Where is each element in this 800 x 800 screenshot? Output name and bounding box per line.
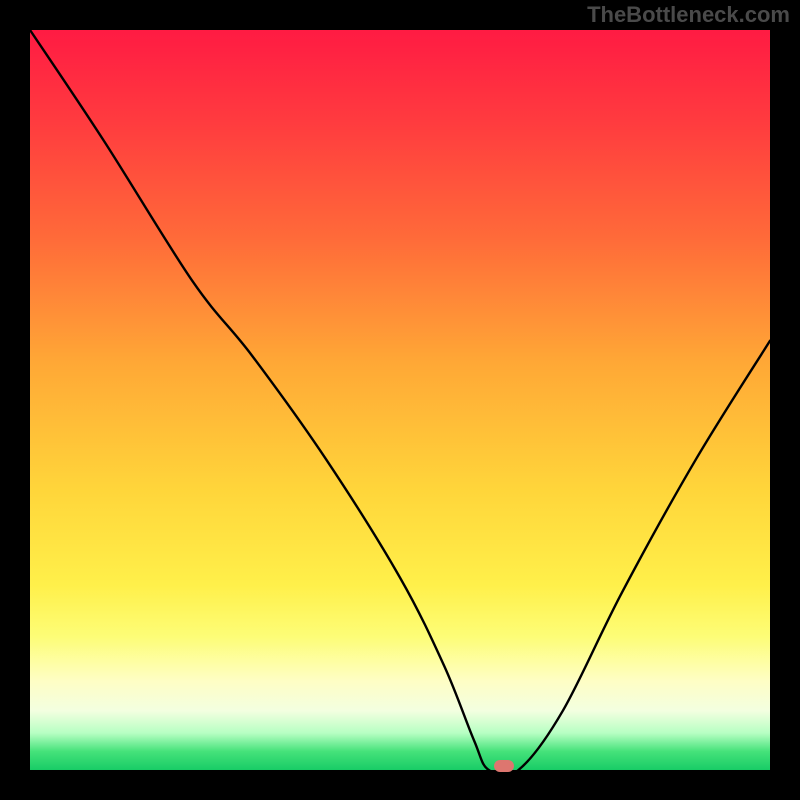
plot-area: [30, 30, 770, 770]
optimal-point-marker: [494, 760, 514, 772]
watermark-text: TheBottleneck.com: [587, 2, 790, 28]
bottleneck-curve: [30, 30, 770, 770]
chart-frame: TheBottleneck.com: [0, 0, 800, 800]
